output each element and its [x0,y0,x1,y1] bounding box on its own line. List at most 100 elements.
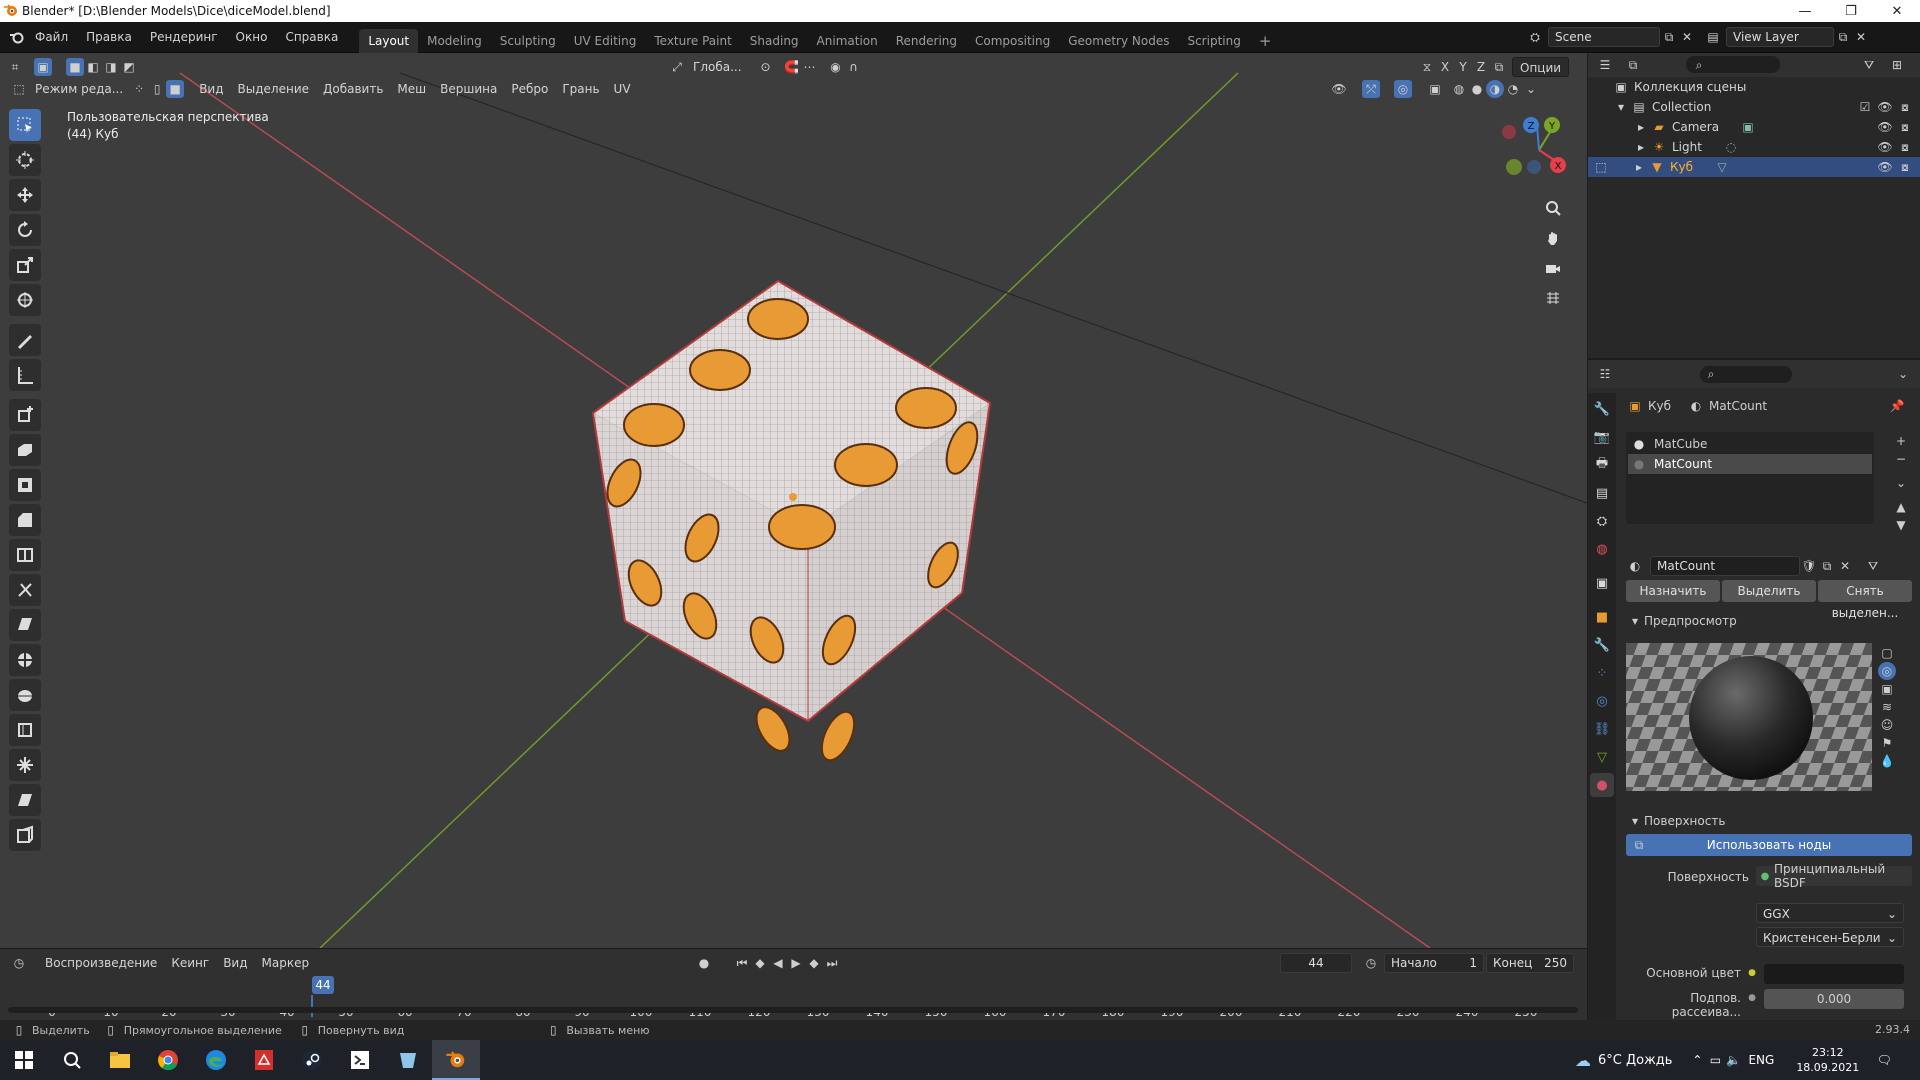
preview-section-header[interactable]: ▾ Предпросмотр [1626,612,1737,630]
material-name-field[interactable]: MatCount [1650,556,1800,576]
outliner-item-light[interactable]: ▸ ☀ Light ◌ 👁 ⧇ [1588,137,1920,157]
mirror-icon[interactable]: ⧖ [1418,58,1436,76]
tab-compositing[interactable]: Compositing [966,29,1059,53]
material-slot-matcube[interactable]: ● MatCube [1626,434,1874,454]
shear-tool[interactable] [9,784,41,816]
delete-scene-icon[interactable]: ✕ [1678,28,1696,46]
new-collection-icon[interactable]: ⊞ [1888,56,1906,74]
render-tab-icon[interactable]: 📷 [1590,425,1614,449]
windows-start-icon[interactable] [0,1040,48,1080]
search-icon[interactable] [48,1040,96,1080]
tab-texture-paint[interactable]: Texture Paint [645,29,740,53]
menu-keying[interactable]: Кеинг [164,953,216,973]
gizmo-toggle-icon[interactable]: ⤱ [1362,80,1380,98]
transform-orientation-icon[interactable]: ⤢ [668,58,686,76]
rip-region-tool[interactable] [9,819,41,851]
display-mode-icon[interactable]: ⧉ [1624,56,1642,74]
chevron-up-icon[interactable]: ⌃ [1688,1051,1706,1069]
weather-text[interactable]: 6°C Дождь [1598,1053,1672,1068]
subsurface-value-field[interactable]: 0.000 [1764,989,1904,1009]
collection-tab-icon[interactable]: ▣ [1590,571,1614,595]
preview-cube-icon[interactable]: ▣ [1878,680,1896,698]
timeline-editor-icon[interactable]: ◷ [10,954,28,972]
object-tab-icon[interactable]: ■ [1590,605,1614,629]
maximize-button[interactable]: ❐ [1828,0,1874,22]
proportional-falloff-icon[interactable]: ∩ [845,58,863,76]
expand-arrow-icon[interactable]: ▸ [1632,138,1650,156]
extrude-tool[interactable] [9,434,41,466]
ortho-grid-icon[interactable] [1540,285,1566,311]
select-button[interactable]: Выделить [1722,580,1816,602]
menu-vertex[interactable]: Вершина [433,79,504,99]
start-frame-field[interactable]: Начало 1 [1384,953,1484,973]
shading-options-icon[interactable]: ⌄ [1522,80,1540,98]
chevron-down-icon[interactable]: ⌄ [1894,365,1912,383]
clock-icon[interactable]: ◷ [1362,954,1380,972]
wireframe-shading-icon[interactable]: ◍ [1450,80,1468,98]
options-dropdown[interactable]: Опции [1512,57,1570,77]
preview-cloth-icon[interactable]: ⚑ [1878,734,1896,752]
language-indicator[interactable]: ENG [1748,1053,1774,1067]
material-filter-icon[interactable]: ⛛ [1864,557,1882,575]
zoom-icon[interactable] [1540,195,1566,221]
view-layer-field[interactable]: View Layer [1726,27,1834,47]
menu-select[interactable]: Выделение [231,79,316,99]
menu-uv[interactable]: UV [607,79,638,99]
render-camera-icon[interactable]: ⧇ [1896,158,1914,176]
record-icon[interactable]: ● [695,954,713,972]
prev-keyframe-icon[interactable]: ◆ [751,954,769,972]
collection-checkbox[interactable]: ☑ [1856,98,1874,116]
eye-icon[interactable]: 👁 [1876,158,1894,176]
tab-rendering[interactable]: Rendering [887,29,966,53]
smooth-tool[interactable] [9,679,41,711]
select-mode-icon[interactable]: ▣ [34,58,52,76]
jump-end-icon[interactable]: ⏭ [823,954,841,972]
rendered-shading-icon[interactable]: ◔ [1504,80,1522,98]
notifications-icon[interactable]: 🗨 [1875,1051,1893,1069]
edit-mode-indicator-icon[interactable]: ⬚ [1592,158,1610,176]
mode-dropdown[interactable]: Режим реда... [28,79,130,99]
solid-shading-icon[interactable]: ● [1468,80,1486,98]
shrink-fatten-tool[interactable] [9,749,41,781]
tab-sculpting[interactable]: Sculpting [491,29,565,53]
base-color-swatch[interactable] [1764,964,1904,984]
pan-hand-icon[interactable] [1540,225,1566,251]
transform-tool[interactable] [9,284,41,316]
eye-icon[interactable]: 👁 [1876,98,1894,116]
new-scene-icon[interactable]: ⧉ [1660,28,1678,46]
new-view-layer-icon[interactable]: ⧉ [1834,28,1852,46]
visibility-icon[interactable]: 👁 [1330,80,1348,98]
subsurface-method-dropdown[interactable]: Кристенсен-Берли ⌄ [1756,927,1904,947]
properties-editor-icon[interactable]: ☷ [1596,365,1614,383]
scene-collection-row[interactable]: ▣ Коллекция сцены [1588,77,1920,97]
light-data-icon[interactable]: ◌ [1722,138,1740,156]
delete-view-layer-icon[interactable]: ✕ [1852,28,1870,46]
render-camera-icon[interactable]: ⧇ [1896,138,1914,156]
mirror-x-toggle[interactable]: X [1436,58,1454,76]
distribution-dropdown[interactable]: GGX ⌄ [1756,903,1904,923]
annotate-tool[interactable] [9,324,41,356]
mesh-data-icon[interactable]: ▽ [1713,158,1731,176]
menu-edge[interactable]: Ребро [504,79,555,99]
bevel-tool[interactable] [9,504,41,536]
particles-tab-icon[interactable]: ⁘ [1590,661,1614,685]
timeline-scrollbar[interactable] [8,1007,1578,1013]
slot-menu-icon[interactable]: ⌄ [1892,474,1910,492]
xray-icon[interactable]: ▣ [1426,80,1444,98]
face-select-icon[interactable]: ■ [166,80,185,98]
color-socket-icon[interactable]: ● [1743,964,1761,982]
snap-icon[interactable]: 🧲 [783,58,801,76]
material-shading-icon[interactable]: ◑ [1486,80,1504,98]
chrome-icon[interactable] [144,1040,192,1080]
view-layer-icon[interactable]: ▤ [1704,28,1722,46]
move-down-icon[interactable]: ▼ [1892,516,1910,534]
constraints-tab-icon[interactable]: ⛓ [1590,717,1614,741]
play-reverse-icon[interactable]: ◀ [769,954,787,972]
menu-face[interactable]: Грань [555,79,606,99]
add-workspace-icon[interactable]: + [1250,29,1281,53]
tab-modeling[interactable]: Modeling [418,29,491,53]
edit-mode-icon[interactable]: ⬚ [10,80,28,98]
view-layer-tab-icon[interactable]: ▤ [1590,481,1614,505]
scene-field[interactable]: Scene [1548,27,1660,47]
preview-flat-icon[interactable]: ▢ [1878,644,1896,662]
